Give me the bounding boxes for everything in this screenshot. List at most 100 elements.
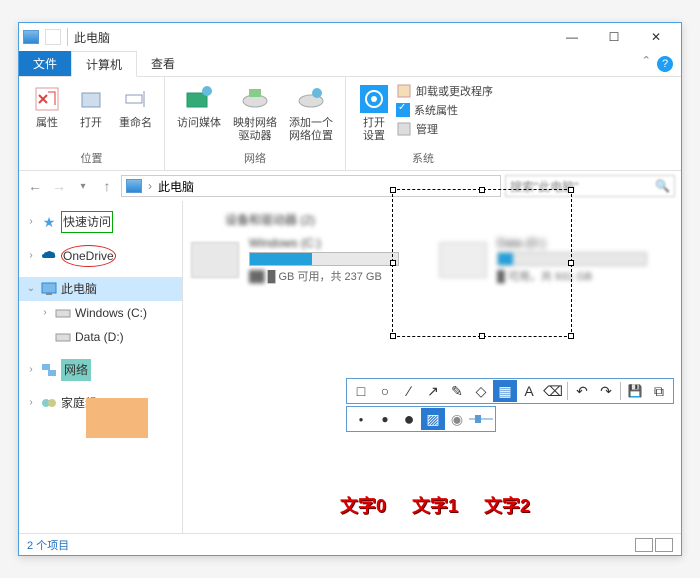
tool-copy-button[interactable]: ⧉ xyxy=(647,380,671,402)
tool-undo-button[interactable]: ↶ xyxy=(570,380,594,402)
collapse-ribbon-icon[interactable]: ˆ xyxy=(644,55,649,73)
group-label-system: 系统 xyxy=(352,148,675,170)
tool-mosaic-button[interactable]: ▦ xyxy=(493,380,517,402)
pc-icon xyxy=(126,179,142,193)
text-label-2[interactable]: 文字2 xyxy=(484,492,530,518)
nav-quick-access[interactable]: ›★ 快速访问 xyxy=(19,209,182,235)
mosaic-style-blur[interactable]: ◉ xyxy=(445,408,469,430)
annotation-text-labels: 文字0 文字1 文字2 xyxy=(340,492,530,518)
homegroup-icon xyxy=(41,395,57,411)
nav-up-button[interactable]: ↑ xyxy=(97,176,117,196)
brush-size-medium[interactable]: ● xyxy=(373,408,397,430)
text-label-1[interactable]: 文字1 xyxy=(412,492,458,518)
tool-line-button[interactable]: ∕ xyxy=(397,380,421,402)
drive-icon xyxy=(191,242,239,278)
separator xyxy=(620,382,621,400)
nav-network-label: 网络 xyxy=(61,359,91,381)
nav-history-button[interactable]: ▾ xyxy=(73,176,93,196)
manage-label: 管理 xyxy=(416,121,438,137)
tool-rect-button[interactable]: □ xyxy=(349,380,373,402)
ribbon-group-location: 属性 打开 重命名 位置 xyxy=(19,77,165,170)
brush-size-large[interactable]: ● xyxy=(397,408,421,430)
brush-size-slider[interactable] xyxy=(469,408,493,430)
nav-this-pc[interactable]: ⌄ 此电脑 xyxy=(19,277,182,301)
titlebar: 此电脑 — ☐ ✕ xyxy=(19,23,681,51)
tool-text-button[interactable]: A xyxy=(517,380,541,402)
nav-back-button[interactable]: ← xyxy=(25,176,45,196)
qat-item[interactable] xyxy=(45,29,61,45)
status-item-count: 2 个项目 xyxy=(27,537,69,553)
address-bar-row: ← → ▾ ↑ › 此电脑 搜索"此电脑" 🔍 xyxy=(19,171,681,201)
separator xyxy=(67,28,68,46)
separator xyxy=(567,382,568,400)
status-bar: 2 个项目 xyxy=(19,533,681,555)
drive-icon xyxy=(55,329,71,345)
tab-view[interactable]: 查看 xyxy=(137,51,189,76)
drive-item-c[interactable]: Windows (C:) ██ █ GB 可用，共 237 GB xyxy=(191,236,399,284)
nav-drive-d-label: Data (D:) xyxy=(75,327,124,347)
properties-button[interactable]: 属性 xyxy=(25,81,69,148)
capture-toolbar-main: □ ○ ∕ ↗ ✎ ◇ ▦ A ⌫ ↶ ↷ 💾 ⧉ xyxy=(346,378,674,404)
system-properties-button[interactable]: ✓ 系统属性 xyxy=(396,102,493,118)
drive-name-d: Data (D:) xyxy=(497,236,647,250)
nav-forward-button[interactable]: → xyxy=(49,176,69,196)
address-bar[interactable]: › 此电脑 xyxy=(121,175,501,197)
ribbon-tabs: 文件 计算机 查看 ˆ ? xyxy=(19,51,681,77)
rename-button[interactable]: 重命名 xyxy=(113,81,158,148)
cloud-icon xyxy=(41,248,57,264)
quick-access-toolbar xyxy=(45,29,61,45)
drive-sub-d: █ 可用，共 931 GB xyxy=(497,268,647,284)
brush-size-small[interactable]: ● xyxy=(349,408,373,430)
manage-button[interactable]: 管理 xyxy=(396,121,493,137)
mosaic-style-hatch[interactable]: ▨ xyxy=(421,408,445,430)
text-label-0[interactable]: 文字0 xyxy=(340,492,386,518)
explorer-window: 此电脑 — ☐ ✕ 文件 计算机 查看 ˆ ? 属性 打开 xyxy=(18,22,682,556)
drive-icon xyxy=(439,242,487,278)
drive-usage-bar xyxy=(249,252,399,266)
drive-sub-c: ██ █ GB 可用，共 237 GB xyxy=(249,268,399,284)
nav-this-pc-label: 此电脑 xyxy=(61,279,97,299)
ribbon-group-network: 访问媒体 映射网络 驱动器 添加一个 网络位置 网络 xyxy=(165,77,346,170)
nav-network[interactable]: › 网络 xyxy=(19,357,182,383)
help-icon[interactable]: ? xyxy=(657,56,673,72)
access-media-button[interactable]: 访问媒体 xyxy=(171,81,227,148)
open-button[interactable]: 打开 xyxy=(69,81,113,148)
capture-toolbar-options: ● ● ● ▨ ◉ xyxy=(346,406,496,432)
drive-icon xyxy=(55,305,71,321)
tool-ellipse-button[interactable]: ○ xyxy=(373,380,397,402)
nav-onedrive[interactable]: › OneDrive xyxy=(19,243,182,269)
view-icons-button[interactable] xyxy=(655,538,673,552)
window-title: 此电脑 xyxy=(74,29,110,46)
minimize-button[interactable]: — xyxy=(551,23,593,51)
tab-file[interactable]: 文件 xyxy=(19,51,71,76)
tool-pencil-button[interactable]: ✎ xyxy=(445,380,469,402)
nav-drive-c[interactable]: › Windows (C:) xyxy=(19,301,182,325)
tool-redo-button[interactable]: ↷ xyxy=(594,380,618,402)
close-button[interactable]: ✕ xyxy=(635,23,677,51)
group-header: 设备和驱动器 (2) xyxy=(225,211,673,228)
drive-name-c: Windows (C:) xyxy=(249,236,399,250)
search-input[interactable]: 搜索"此电脑" 🔍 xyxy=(505,175,675,197)
nav-quick-access-label: 快速访问 xyxy=(61,211,113,233)
uninstall-button[interactable]: 卸载或更改程序 xyxy=(396,83,493,99)
pc-icon xyxy=(41,281,57,297)
drive-item-d[interactable]: Data (D:) █ 可用，共 931 GB xyxy=(439,236,647,284)
add-network-location-button[interactable]: 添加一个 网络位置 xyxy=(283,81,339,148)
open-settings-button[interactable]: 打开 设置 xyxy=(352,81,396,148)
nav-drive-d[interactable]: Data (D:) xyxy=(19,325,182,349)
tool-save-button[interactable]: 💾 xyxy=(623,380,647,402)
network-icon xyxy=(41,362,57,378)
tool-marker-button[interactable]: ◇ xyxy=(469,380,493,402)
tool-arrow-button[interactable]: ↗ xyxy=(421,380,445,402)
window-controls: — ☐ ✕ xyxy=(551,23,677,51)
view-details-button[interactable] xyxy=(635,538,653,552)
group-label-location: 位置 xyxy=(25,148,158,170)
map-drive-button[interactable]: 映射网络 驱动器 xyxy=(227,81,283,148)
maximize-button[interactable]: ☐ xyxy=(593,23,635,51)
search-placeholder: 搜索"此电脑" xyxy=(510,178,579,195)
tool-eraser-button[interactable]: ⌫ xyxy=(541,380,565,402)
navigation-pane: ›★ 快速访问 › OneDrive ⌄ 此电脑 › Windows (C:) … xyxy=(19,201,183,533)
annotation-highlight xyxy=(86,398,148,438)
pc-icon xyxy=(23,30,39,44)
tab-computer[interactable]: 计算机 xyxy=(71,51,137,77)
